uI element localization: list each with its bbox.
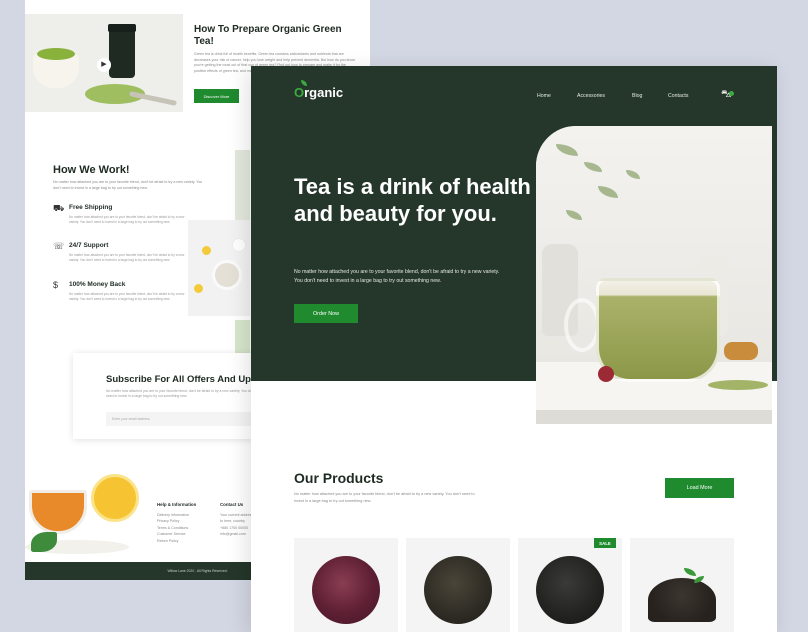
truck-icon: ⛟ (53, 203, 65, 213)
tea-jar-image (108, 24, 136, 78)
front-page-preview: Organic Home Accessories Blog Contacts ⛍… (251, 66, 777, 632)
hero-headline: Tea is a drink of health and beauty for … (294, 174, 531, 226)
flower-tea-image (188, 220, 250, 316)
how-we-work-title: How We Work! (53, 164, 130, 176)
money-back-icon: $ (53, 280, 59, 290)
product-card[interactable]: SALE (518, 538, 622, 632)
rose-image (598, 366, 614, 382)
footer-link[interactable]: Terms & Conditions (157, 525, 196, 532)
matcha-preparation-image: ▶ (25, 14, 183, 112)
nav-blog[interactable]: Blog (632, 93, 642, 99)
footer-link[interactable]: Return Policy (157, 538, 196, 545)
footer-link[interactable]: Customer Service (157, 531, 196, 538)
nav-home[interactable]: Home (537, 93, 551, 99)
discover-more-button[interactable]: Discover More (194, 89, 239, 103)
nav-accessories[interactable]: Accessories (577, 93, 605, 99)
product-card[interactable] (294, 538, 398, 632)
how-we-work-text: No matter how attached you are to your f… (53, 180, 203, 190)
latte-mug-image (596, 278, 720, 382)
logo[interactable]: Organic (294, 85, 343, 100)
feature-text: No matter how attached you are to your f… (69, 253, 185, 262)
product-card[interactable] (406, 538, 510, 632)
feature-text: No matter how attached you are to your f… (69, 292, 185, 301)
email-input[interactable]: Enter your email address (106, 412, 256, 426)
product-card[interactable] (630, 538, 734, 632)
side-image (235, 320, 250, 355)
play-icon[interactable]: ▶ (97, 58, 111, 72)
order-now-button[interactable]: Order Now (294, 304, 358, 323)
products-text: No matter how attached you are to your f… (294, 492, 475, 503)
side-image (235, 150, 250, 220)
sale-badge: SALE (594, 538, 616, 548)
matcha-latte-image (536, 126, 772, 424)
nav-contacts[interactable]: Contacts (668, 93, 688, 99)
matcha-bowl-image (33, 48, 79, 88)
black-tea-image (536, 556, 604, 624)
loose-leaf-tea-image (648, 578, 716, 622)
hero-text: No matter how attached you are to your f… (294, 269, 500, 284)
support-icon: ☏ (53, 241, 65, 251)
lemon-tea-image (25, 470, 151, 562)
prepare-title: How To Prepare Organic Green Tea! (194, 24, 342, 47)
feature-text: No matter how attached you are to your f… (69, 215, 185, 224)
feature-title: Free Shipping (69, 204, 113, 211)
subscribe-text: No matter how attached you are to your f… (106, 389, 255, 399)
feature-title: 100% Money Back (69, 281, 126, 288)
footer-heading: Help & Information (157, 502, 197, 507)
footer-link[interactable]: Privacy Policy (157, 518, 196, 525)
footer-help-column: Help & Information Delivery Information … (157, 502, 196, 545)
load-more-button[interactable]: Load More (665, 478, 734, 498)
leaf-icon (684, 568, 696, 576)
oolong-tea-image (424, 556, 492, 624)
cart-badge (729, 91, 734, 96)
products-title: Our Products (294, 470, 384, 486)
honey-dipper-image (724, 342, 758, 360)
hibiscus-tea-image (312, 556, 380, 624)
feature-title: 24/7 Support (69, 242, 109, 249)
footer-link[interactable]: Delivery Information (157, 512, 196, 519)
